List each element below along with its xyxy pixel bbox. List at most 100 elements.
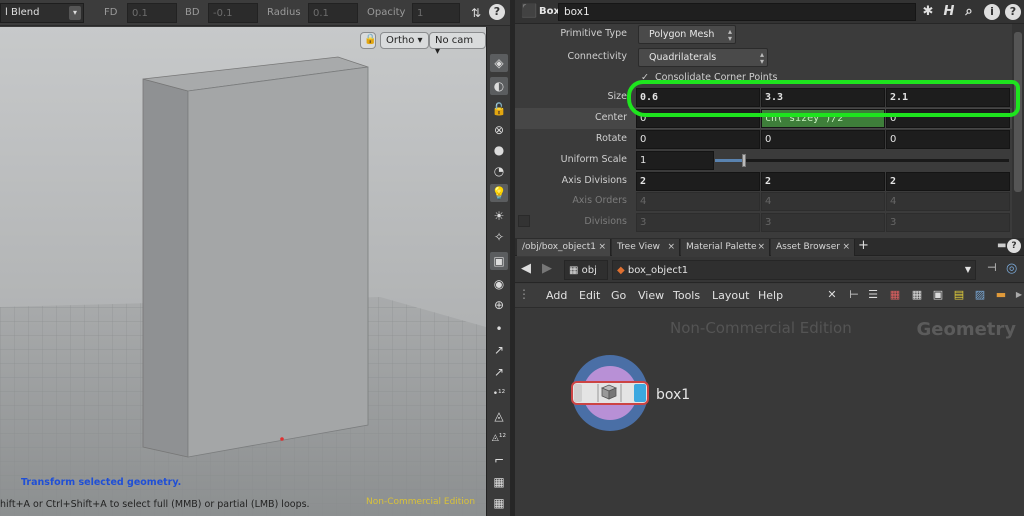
bypass-flag[interactable]: [574, 384, 582, 402]
prim-normals-icon[interactable]: ◬: [490, 407, 508, 425]
slider-fill: [715, 159, 745, 162]
lighting-icon[interactable]: ✧: [490, 228, 508, 246]
houdini-help-icon[interactable]: H: [940, 3, 958, 21]
param-uniform-scale: Uniform Scale 1: [515, 150, 1012, 171]
image-icon[interactable]: ▨: [973, 288, 987, 302]
wrench-icon[interactable]: ✕: [825, 288, 839, 302]
forward-arrow-icon[interactable]: ▶: [542, 261, 552, 276]
display-flag[interactable]: [634, 384, 646, 402]
rotate-y-field[interactable]: 0: [761, 130, 885, 149]
blend-menu[interactable]: l Blend ▾: [0, 3, 84, 23]
network-box-icon[interactable]: ▣: [931, 288, 945, 302]
point-numbers-icon[interactable]: •¹²: [490, 385, 508, 403]
node-name-field[interactable]: box1: [558, 3, 916, 21]
divisions-z-field: 3: [886, 213, 1010, 232]
help-icon[interactable]: ?: [1007, 239, 1021, 253]
uv-icon[interactable]: ▦: [490, 473, 508, 491]
wireframe-icon[interactable]: ⊕: [490, 296, 508, 314]
link-icon[interactable]: ◎: [1006, 261, 1017, 276]
add-tab-icon[interactable]: +: [858, 238, 869, 253]
help-icon[interactable]: ?: [489, 4, 505, 20]
box1-node[interactable]: [565, 353, 655, 433]
visibility-icon[interactable]: ◉: [490, 275, 508, 293]
projection-menu[interactable]: Ortho ▾: [380, 32, 429, 49]
overflow-arrow-icon[interactable]: ▶: [1012, 288, 1024, 302]
scene-viewport[interactable]: 🔒 Ortho ▾ No cam ▾ Transform selected ge…: [0, 27, 486, 516]
network-editor[interactable]: Non-Commercial Edition Geometry box1: [515, 309, 1024, 516]
info-icon[interactable]: i: [984, 4, 1000, 20]
help-icon[interactable]: ?: [1005, 4, 1021, 20]
menu-layout[interactable]: Layout: [712, 289, 749, 302]
rotate-z-field[interactable]: 0: [886, 130, 1010, 149]
transparency-icon[interactable]: ◔: [490, 162, 508, 180]
connectivity-menu[interactable]: Quadrilaterals ▴ ▾: [638, 48, 768, 67]
edge-icon[interactable]: ⌐: [490, 451, 508, 469]
select-tools-icon[interactable]: ⇅: [467, 4, 485, 22]
rotate-x-field[interactable]: 0: [636, 130, 760, 149]
color-palette-icon[interactable]: ▦: [888, 288, 902, 302]
point-icon[interactable]: •: [490, 320, 508, 338]
menu-add[interactable]: Add: [546, 289, 567, 302]
camera-menu[interactable]: No cam ▾: [429, 32, 486, 57]
back-arrow-icon[interactable]: ◀: [521, 261, 531, 276]
axis-divisions-z-field[interactable]: 2: [886, 172, 1010, 191]
tab-network[interactable]: /obj/box_object1 ×: [517, 239, 611, 256]
close-icon[interactable]: ×: [598, 242, 606, 252]
list-icon[interactable]: ☰: [866, 288, 880, 302]
crumb-label: box_object1: [627, 265, 689, 276]
sticky-note-icon[interactable]: ▤: [952, 288, 966, 302]
uniform-scale-slider[interactable]: [715, 154, 1009, 167]
tab-tree-view[interactable]: Tree View ×: [612, 239, 680, 256]
axis-divisions-y-field[interactable]: 2: [761, 172, 885, 191]
parameter-scrollbar[interactable]: [1012, 24, 1024, 238]
grid-icon[interactable]: ▦: [910, 288, 924, 302]
pane-layout-icon[interactable]: ▬: [997, 240, 1006, 251]
lock-camera-icon[interactable]: 🔒: [360, 32, 376, 49]
param-axis-divisions: Axis Divisions 2 2 2: [515, 171, 1012, 192]
search-icon[interactable]: ⌕: [960, 3, 978, 21]
display-options-icon[interactable]: ◈: [490, 54, 508, 72]
sphere-icon[interactable]: ●: [490, 141, 508, 159]
size-highlight-circle: [627, 80, 1020, 117]
menu-edit[interactable]: Edit: [579, 289, 600, 302]
fd-field[interactable]: 0.1: [127, 3, 177, 23]
lock-icon[interactable]: 🔓: [490, 100, 508, 118]
normals-icon[interactable]: ↗: [490, 341, 508, 359]
updown-icon: ▴ ▾: [727, 27, 732, 43]
radius-field[interactable]: 0.1: [308, 3, 358, 23]
close-icon[interactable]: ×: [757, 242, 765, 252]
pane-menu-icon[interactable]: ⋮: [518, 287, 530, 301]
uniform-scale-field[interactable]: 1: [636, 151, 714, 170]
slider-handle[interactable]: [742, 154, 747, 167]
tab-asset-browser[interactable]: Asset Browser ×: [771, 239, 855, 256]
asset-icon[interactable]: ▬: [994, 288, 1008, 302]
close-icon[interactable]: ×: [667, 242, 675, 252]
path-crumb-obj[interactable]: ▦ obj: [564, 260, 608, 280]
menu-tools[interactable]: Tools: [673, 289, 700, 302]
box-geometry[interactable]: [142, 56, 369, 458]
path-crumb-object[interactable]: ◆ box_object1 ▼: [612, 260, 976, 280]
param-label: Axis Orders: [572, 195, 627, 206]
primitive-type-menu[interactable]: Polygon Mesh ▴ ▾: [638, 25, 736, 44]
menu-view[interactable]: View: [638, 289, 664, 302]
tab-material-palette[interactable]: Material Palette ×: [681, 239, 770, 256]
shading-icon[interactable]: ◐: [490, 77, 508, 95]
tree-icon[interactable]: ⊢: [847, 288, 861, 302]
prim-numbers-icon[interactable]: ◬¹²: [490, 429, 508, 447]
opacity-label: Opacity: [367, 7, 406, 18]
param-connectivity: Connectivity Quadrilaterals ▴ ▾: [515, 47, 1012, 68]
menu-help[interactable]: Help: [758, 289, 783, 302]
headlight-icon[interactable]: ☀: [490, 207, 508, 225]
ghost-icon[interactable]: ⊗: [490, 121, 508, 139]
menu-go[interactable]: Go: [611, 289, 626, 302]
gear-icon[interactable]: ✱: [919, 3, 937, 21]
light-icon[interactable]: 💡: [490, 184, 508, 202]
axis-divisions-x-field[interactable]: 2: [636, 172, 760, 191]
pin-icon[interactable]: ⊣: [987, 261, 997, 274]
bd-field[interactable]: -0.1: [208, 3, 258, 23]
vertex-normals-icon[interactable]: ↗: [490, 363, 508, 381]
opacity-field[interactable]: 1: [412, 3, 460, 23]
camera-icon[interactable]: ▣: [490, 252, 508, 270]
close-icon[interactable]: ×: [842, 242, 850, 252]
grid-display-icon[interactable]: ▦: [490, 494, 508, 512]
